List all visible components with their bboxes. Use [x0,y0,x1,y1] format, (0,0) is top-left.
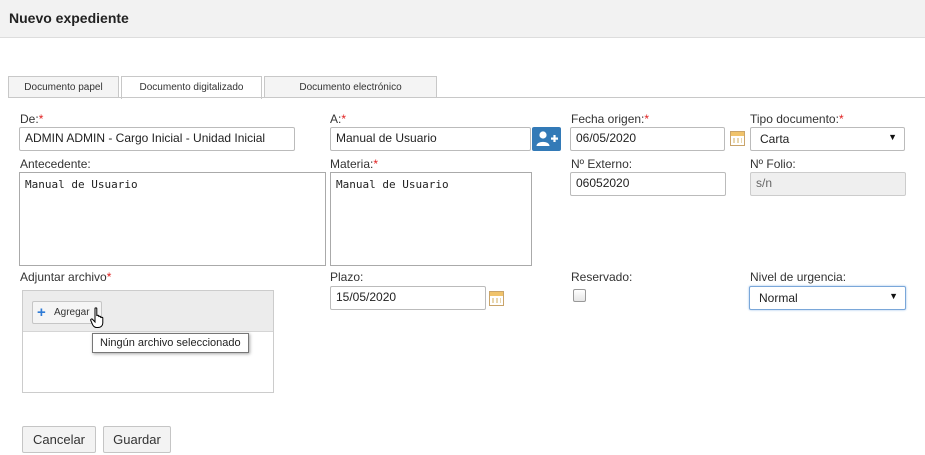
calendar-icon[interactable] [489,291,504,306]
cancel-button[interactable]: Cancelar [22,426,96,453]
a-field[interactable]: Manual de Usuario [330,127,531,151]
de-field[interactable]: ADMIN ADMIN - Cargo Inicial - Unidad Ini… [19,127,295,151]
n-externo-field[interactable]: 06052020 [570,172,726,196]
tab-documento-digitalizado[interactable]: Documento digitalizado [121,76,262,99]
nivel-urgencia-value: Normal [759,291,798,305]
materia-label: Materia:* [330,157,379,171]
add-user-icon [536,131,558,146]
nivel-urgencia-label: Nivel de urgencia: [750,270,847,284]
nivel-urgencia-select[interactable]: Normal ▼ [749,286,906,310]
antecedente-label: Antecedente: [20,157,91,171]
plazo-field[interactable]: 15/05/2020 [330,286,486,310]
n-externo-label: Nº Externo: [571,157,633,171]
tab-divider [8,97,925,98]
n-folio-label: Nº Folio: [750,157,796,171]
save-button[interactable]: Guardar [103,426,171,453]
page-title: Nuevo expediente [9,10,129,26]
reservado-checkbox[interactable] [573,289,586,302]
a-label: A:* [330,112,347,126]
reservado-label: Reservado: [571,270,633,284]
de-label: De:* [20,112,44,126]
page-header: Nuevo expediente [0,0,925,38]
antecedente-textarea[interactable]: Manual de Usuario [19,172,326,266]
add-file-label: Agregar [54,307,90,318]
plazo-label: Plazo: [330,270,364,284]
dropdown-arrow-icon: ▼ [888,132,897,142]
tipo-documento-value: Carta [760,132,790,146]
fecha-origen-field[interactable]: 06/05/2020 [570,127,725,151]
add-recipient-button[interactable] [532,127,561,151]
adjuntar-label: Adjuntar archivo* [20,270,112,284]
hand-cursor-icon [90,307,104,328]
tab-documento-electronico[interactable]: Documento electrónico [264,76,437,98]
attachment-toolbar: + Agregar [23,291,273,332]
fecha-origen-label: Fecha origen:* [571,112,650,126]
materia-textarea[interactable]: Manual de Usuario [330,172,532,266]
tab-documento-papel[interactable]: Documento papel [8,76,119,98]
plus-icon: + [37,304,46,321]
tipo-documento-select[interactable]: Carta ▼ [750,127,905,151]
n-folio-field: s/n [750,172,906,196]
calendar-icon[interactable] [730,131,745,146]
dropdown-arrow-icon: ▼ [889,291,898,301]
file-tooltip: Ningún archivo seleccionado [92,333,249,353]
tipo-documento-label: Tipo documento:* [750,112,844,126]
